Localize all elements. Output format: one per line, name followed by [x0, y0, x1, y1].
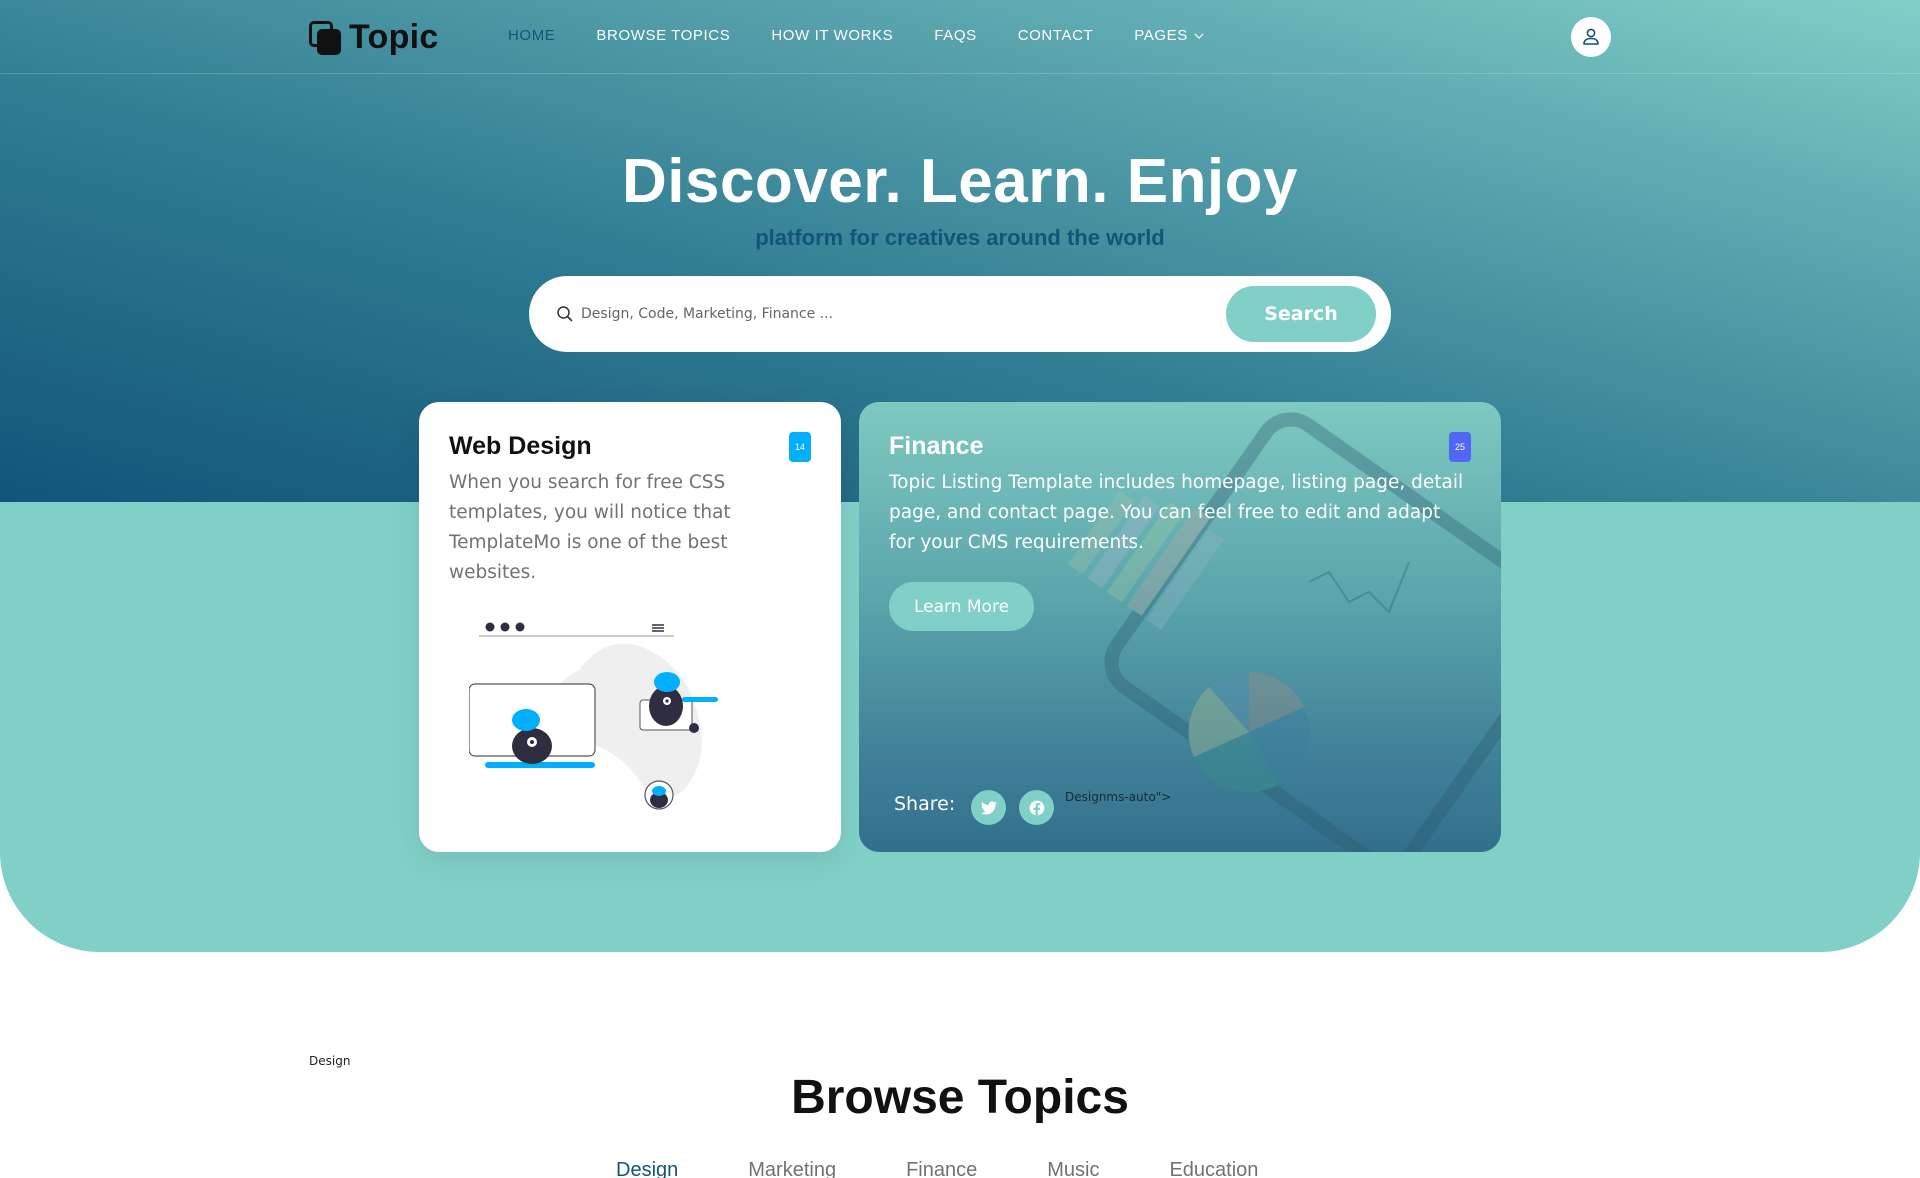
illustration-check	[689, 723, 699, 733]
tab-design[interactable]: Design	[616, 1159, 678, 1178]
nav-item-home[interactable]: Home	[508, 27, 555, 44]
hero-title: Discover. Learn. Enjoy	[621, 147, 1299, 216]
nav-item-pages[interactable]: Pages	[1134, 27, 1204, 44]
user-account-button[interactable]	[1571, 17, 1611, 57]
web-design-illustration	[469, 622, 718, 810]
nav-links: Home Browse Topics How it works FAQs Con…	[508, 27, 1245, 44]
brand-logo[interactable]: Topic	[309, 18, 439, 57]
card-description: When you search for free CSS templates, …	[449, 472, 731, 583]
twitter-share-button[interactable]	[971, 790, 1006, 825]
topic-card-finance[interactable]: Finance Topic Listing Template includes …	[859, 402, 1501, 852]
tab-finance[interactable]: Finance	[906, 1159, 977, 1178]
illustration-bar	[682, 697, 718, 702]
count-badge: 25	[1449, 432, 1471, 462]
card-title: Finance	[889, 432, 984, 460]
nav-item-how-it-works[interactable]: How it works	[771, 27, 893, 44]
hero-subtitle: platform for creatives around the world	[755, 225, 1165, 250]
facebook-share-button[interactable]	[1019, 790, 1054, 825]
section-title: Browse Topics	[791, 1071, 1129, 1124]
illustration-creature-head	[654, 672, 680, 692]
illustration-dot	[500, 622, 510, 632]
search-icon	[557, 306, 573, 322]
person-icon	[1583, 28, 1599, 45]
background-pie-chart	[1188, 671, 1310, 793]
nav-item-browse-topics[interactable]: Browse Topics	[596, 27, 730, 44]
count-badge: 14	[789, 432, 811, 462]
illustration-bar	[485, 762, 595, 768]
search-input[interactable]	[581, 296, 1221, 332]
tab-education[interactable]: Education	[1169, 1159, 1258, 1178]
nav-item-contact[interactable]: Contact	[1018, 27, 1094, 44]
card-title: Web Design	[449, 432, 592, 460]
illustration-dot	[485, 622, 495, 632]
chevron-down-icon	[1194, 33, 1204, 39]
card-description: Topic Listing Template includes homepage…	[889, 472, 1464, 553]
background-line-chart	[1308, 561, 1410, 614]
topic-card-web-design[interactable]: Web Design When you search for free CSS …	[419, 402, 841, 852]
browse-tabs: Design Marketing Finance Music Education	[616, 1159, 1328, 1178]
nav-item-pages-label: Pages	[1134, 27, 1188, 44]
share-label: Share:	[894, 793, 956, 815]
stray-markup-text: Designms-auto">	[1065, 790, 1172, 804]
stray-design-label: Design	[309, 1054, 351, 1068]
illustration-creature-head	[512, 709, 540, 731]
illustration-creature-body	[649, 686, 683, 726]
brand-name: Topic	[349, 18, 439, 56]
nav-item-faqs[interactable]: FAQs	[934, 27, 976, 44]
search-button[interactable]: Search	[1226, 286, 1376, 342]
navbar: Topic Home Browse Topics How it works FA…	[0, 0, 1920, 74]
illustration-dot	[515, 622, 525, 632]
tab-marketing[interactable]: Marketing	[748, 1159, 836, 1178]
search-form: Search	[529, 276, 1391, 352]
learn-more-button[interactable]: Learn More	[889, 582, 1034, 631]
facebook-icon	[1029, 800, 1044, 816]
twitter-icon	[980, 800, 997, 814]
tab-music[interactable]: Music	[1047, 1159, 1099, 1178]
layered-squares-icon	[309, 20, 341, 55]
